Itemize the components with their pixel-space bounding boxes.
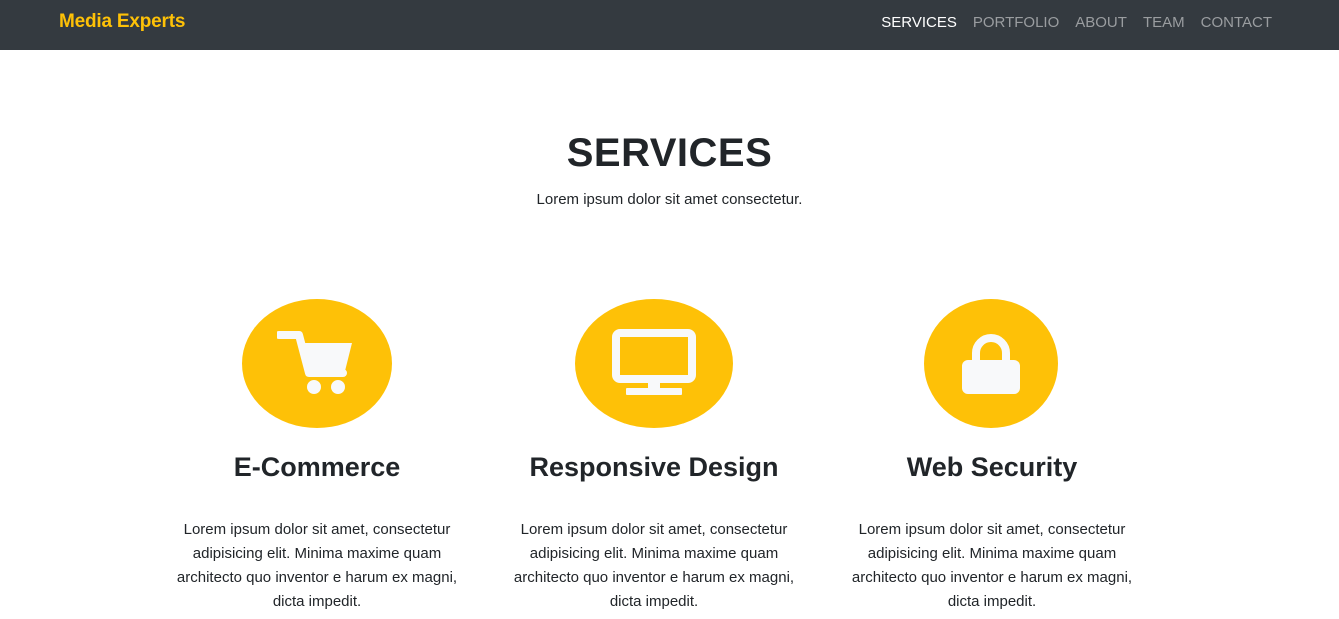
- nav-link-team[interactable]: TEAM: [1143, 14, 1185, 31]
- lock-icon: [962, 333, 1020, 394]
- service-description: Lorem ipsum dolor sit amet, consectetur …: [513, 521, 795, 610]
- service-icon-circle: [242, 299, 392, 428]
- desktop-icon: [612, 328, 696, 395]
- shopping-cart-icon: [277, 330, 352, 394]
- nav-link-about[interactable]: ABOUT: [1075, 14, 1127, 31]
- service-icon-circle: [924, 299, 1058, 428]
- navbar: Media Experts SERVICES PORTFOLIO ABOUT T…: [0, 0, 1339, 50]
- nav-links: SERVICES PORTFOLIO ABOUT TEAM CONTACT: [881, 14, 1272, 31]
- nav-link-services[interactable]: SERVICES: [881, 14, 957, 31]
- brand-logo-link[interactable]: Media Experts: [59, 11, 185, 33]
- section-title: SERVICES: [566, 131, 773, 175]
- section-subtitle: Lorem ipsum dolor sit amet consectetur.: [536, 191, 803, 208]
- service-description: Lorem ipsum dolor sit amet, consectetur …: [176, 521, 458, 610]
- service-title: Responsive Design: [529, 452, 779, 482]
- nav-link-contact[interactable]: CONTACT: [1201, 14, 1272, 31]
- service-description: Lorem ipsum dolor sit amet, consectetur …: [851, 521, 1133, 610]
- service-title: Web Security: [906, 452, 1078, 482]
- service-icon-circle: [575, 299, 733, 428]
- service-title: E-Commerce: [233, 452, 401, 482]
- nav-link-portfolio[interactable]: PORTFOLIO: [973, 14, 1059, 31]
